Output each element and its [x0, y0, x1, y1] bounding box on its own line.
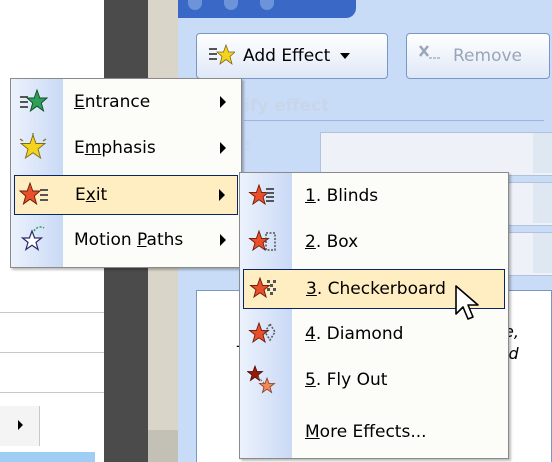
motion-paths-star-icon [18, 225, 48, 255]
menu-item-blinds[interactable]: 1. Blinds [243, 177, 505, 215]
chevron-down-icon [340, 53, 351, 59]
menu-item-label: Entrance [74, 92, 151, 112]
menu-item-label: More Effects... [305, 422, 427, 442]
entrance-star-icon [18, 87, 49, 117]
add-effect-menu: Entrance Emphasis Exit Motion Paths [10, 78, 242, 268]
remove-label: Remove [453, 46, 522, 66]
menu-item-label: Motion Paths [74, 230, 184, 250]
mouse-pointer-icon [455, 285, 479, 320]
menu-item-fly-out[interactable]: 5. Fly Out [243, 361, 505, 399]
menu-item-entrance[interactable]: Entrance [14, 83, 238, 121]
exit-star-icon [18, 180, 49, 210]
emphasis-star-icon [18, 133, 48, 163]
submenu-arrow-icon [220, 142, 226, 154]
menu-item-label: 1. Blinds [305, 186, 379, 206]
add-effect-icon [207, 42, 237, 70]
menu-item-label: 2. Box [305, 232, 359, 252]
menu-item-more-effects[interactable]: More Effects... [243, 413, 505, 451]
modify-effect-heading: ify effect [244, 96, 330, 116]
menu-item-label: 4. Diamond [305, 324, 404, 344]
scroll-right-button[interactable] [0, 406, 40, 446]
status-bar-segment [0, 452, 95, 462]
box-effect-icon [247, 227, 277, 257]
submenu-arrow-icon [220, 234, 226, 246]
fly-out-effect-icon [246, 364, 277, 395]
menu-item-label: 5. Fly Out [305, 370, 388, 390]
heading-divider [244, 120, 544, 121]
submenu-arrow-icon [220, 96, 226, 108]
submenu-arrow-icon [219, 189, 225, 201]
menu-item-exit[interactable]: Exit [14, 175, 238, 215]
add-effect-button[interactable]: Add Effect [196, 33, 388, 79]
menu-item-label: Exit [75, 185, 108, 205]
add-effect-label: Add Effect [243, 46, 331, 66]
menu-item-emphasis[interactable]: Emphasis [14, 129, 238, 167]
menu-item-box[interactable]: 2. Box [243, 223, 505, 261]
checkerboard-effect-icon [248, 274, 278, 304]
menu-item-label: Emphasis [74, 138, 156, 158]
field-label: : [244, 136, 251, 156]
diamond-effect-icon [247, 319, 277, 349]
blinds-effect-icon [247, 181, 277, 211]
menu-item-label: 3. Checkerboard [306, 279, 446, 299]
remove-icon [417, 42, 445, 70]
pane-header [178, 0, 356, 18]
remove-button[interactable]: Remove [406, 33, 550, 79]
menu-item-motion-paths[interactable]: Motion Paths [14, 221, 238, 259]
start-dropdown[interactable] [320, 132, 552, 176]
